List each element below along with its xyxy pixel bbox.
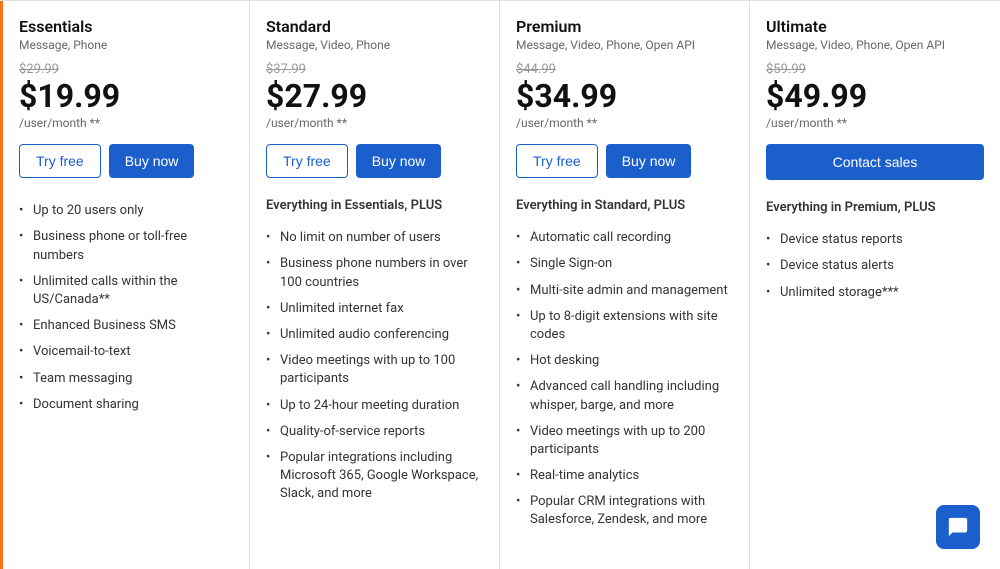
feature-item: Video meetings with up to 200 participan… [516, 419, 733, 463]
feature-item: Popular CRM integrations with Salesforce… [516, 489, 733, 533]
feature-item: Single Sign-on [516, 251, 733, 277]
pricing-grid: Essentials Message, Phone $29.99 $19.99 … [0, 0, 1000, 569]
price-note-standard: /user/month ** [266, 116, 483, 130]
original-price-standard: $37.99 [266, 62, 483, 77]
try-free-button-essentials[interactable]: Try free [19, 144, 101, 178]
feature-item: Unlimited storage*** [766, 280, 984, 306]
feature-item: Up to 20 users only [19, 198, 233, 224]
feature-item: Automatic call recording [516, 225, 733, 251]
chat-bubble-button[interactable] [936, 505, 980, 549]
original-price-premium: $44.99 [516, 62, 733, 77]
plan-name-standard: Standard [266, 17, 483, 36]
buy-now-button-essentials[interactable]: Buy now [109, 144, 195, 178]
btn-row-premium: Try free Buy now [516, 144, 733, 178]
feature-item: Business phone numbers in over 100 count… [266, 251, 483, 295]
buy-now-button-standard[interactable]: Buy now [356, 144, 442, 178]
plan-name-premium: Premium [516, 17, 733, 36]
plan-channels-premium: Message, Video, Phone, Open API [516, 38, 733, 52]
buy-now-button-premium[interactable]: Buy now [606, 144, 692, 178]
feature-item: Video meetings with up to 100 participan… [266, 348, 483, 392]
plan-col-premium: Premium Message, Video, Phone, Open API … [500, 1, 750, 569]
plan-name-essentials: Essentials [19, 17, 233, 36]
feature-item: Popular integrations including Microsoft… [266, 445, 483, 508]
feature-item: Device status reports [766, 227, 984, 253]
price-note-premium: /user/month ** [516, 116, 733, 130]
btn-row-essentials: Try free Buy now [19, 144, 233, 178]
plus-label-premium: Everything in Standard, PLUS [516, 198, 733, 213]
feature-item: Team messaging [19, 366, 233, 392]
price-note-ultimate: /user/month ** [766, 116, 984, 130]
feature-item: Up to 8-digit extensions with site codes [516, 304, 733, 348]
feature-item: No limit on number of users [266, 225, 483, 251]
feature-item: Enhanced Business SMS [19, 313, 233, 339]
feature-list-standard: No limit on number of usersBusiness phon… [266, 225, 483, 507]
price-note-essentials: /user/month ** [19, 116, 233, 130]
try-free-button-premium[interactable]: Try free [516, 144, 598, 178]
feature-item: Hot desking [516, 348, 733, 374]
try-free-button-standard[interactable]: Try free [266, 144, 348, 178]
original-price-essentials: $29.99 [19, 62, 233, 77]
feature-item: Business phone or toll-free numbers [19, 224, 233, 268]
feature-item: Advanced call handling including whisper… [516, 374, 733, 418]
feature-item: Unlimited internet fax [266, 296, 483, 322]
feature-item: Quality-of-service reports [266, 419, 483, 445]
feature-item: Multi-site admin and management [516, 278, 733, 304]
feature-item: Voicemail-to-text [19, 339, 233, 365]
btn-row-standard: Try free Buy now [266, 144, 483, 178]
btn-row-ultimate: Contact sales [766, 144, 984, 180]
feature-item: Device status alerts [766, 253, 984, 279]
plan-col-ultimate: Ultimate Message, Video, Phone, Open API… [750, 1, 1000, 569]
feature-list-essentials: Up to 20 users onlyBusiness phone or tol… [19, 198, 233, 418]
plan-col-standard: Standard Message, Video, Phone $37.99 $2… [250, 1, 500, 569]
feature-list-ultimate: Device status reportsDevice status alert… [766, 227, 984, 306]
feature-list-premium: Automatic call recordingSingle Sign-onMu… [516, 225, 733, 533]
plan-channels-ultimate: Message, Video, Phone, Open API [766, 38, 984, 52]
original-price-ultimate: $59.99 [766, 62, 984, 77]
feature-item: Real-time analytics [516, 463, 733, 489]
feature-item: Unlimited calls within the US/Canada** [19, 269, 233, 313]
feature-item: Document sharing [19, 392, 233, 418]
plan-name-ultimate: Ultimate [766, 17, 984, 36]
plan-col-essentials: Essentials Message, Phone $29.99 $19.99 … [0, 1, 250, 569]
contact-sales-button-ultimate[interactable]: Contact sales [766, 144, 984, 180]
current-price-ultimate: $49.99 [766, 79, 984, 114]
plan-channels-essentials: Message, Phone [19, 38, 233, 52]
plan-channels-standard: Message, Video, Phone [266, 38, 483, 52]
feature-item: Up to 24-hour meeting duration [266, 393, 483, 419]
plus-label-ultimate: Everything in Premium, PLUS [766, 200, 984, 215]
plus-label-standard: Everything in Essentials, PLUS [266, 198, 483, 213]
current-price-essentials: $19.99 [19, 79, 233, 114]
current-price-standard: $27.99 [266, 79, 483, 114]
feature-item: Unlimited audio conferencing [266, 322, 483, 348]
current-price-premium: $34.99 [516, 79, 733, 114]
